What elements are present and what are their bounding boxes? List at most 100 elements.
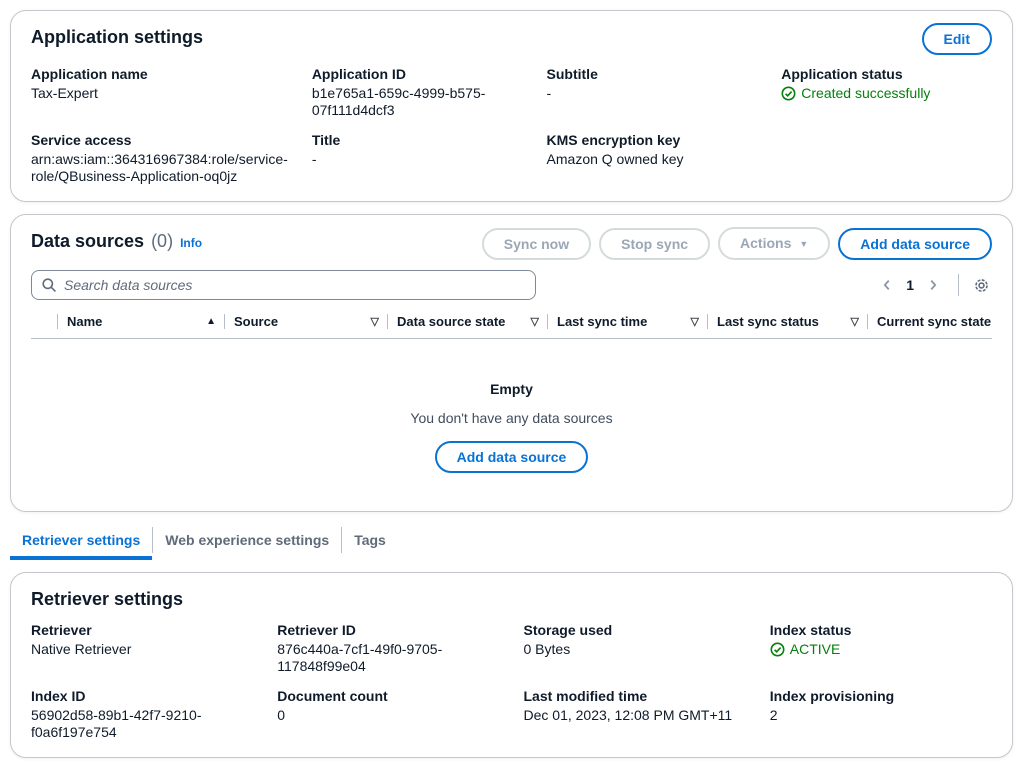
stop-sync-button[interactable]: Stop sync (599, 228, 710, 260)
tab-web-experience-settings[interactable]: Web experience settings (153, 526, 341, 560)
current-page-number[interactable]: 1 (900, 277, 920, 293)
tab-tags[interactable]: Tags (342, 526, 398, 560)
table-header: Name ▲ Source ▽ Data source state ▽ Last… (31, 314, 992, 339)
column-header-current-sync-state[interactable]: Current sync state ▽ (867, 314, 992, 329)
field-retriever: Retriever Native Retriever (31, 622, 253, 675)
tab-bar: Retriever settings Web experience settin… (10, 526, 1013, 560)
data-sources-title: Data sources (31, 229, 144, 253)
edit-button[interactable]: Edit (922, 23, 992, 55)
field-kms-key: KMS encryption key Amazon Q owned key (547, 132, 758, 185)
status-badge: Created successfully (781, 85, 930, 102)
field-label: Subtitle (547, 66, 758, 83)
field-value: Dec 01, 2023, 12:08 PM GMT+11 (524, 707, 746, 724)
field-retriever-id: Retriever ID 876c440a-7cf1-49f0-9705-117… (277, 622, 499, 675)
pagination: 1 (874, 274, 992, 296)
field-label: Document count (277, 688, 499, 705)
field-value: - (312, 151, 523, 168)
actions-dropdown-button[interactable]: Actions▼ (718, 227, 830, 260)
column-header-source[interactable]: Source ▽ (224, 314, 387, 329)
field-application-status: Application status Created successfully (781, 66, 992, 119)
field-value: 2 (770, 707, 992, 724)
field-label: Application status (781, 66, 992, 83)
data-sources-card: Data sources (0) Info Sync now Stop sync… (10, 214, 1013, 512)
empty-state: Empty You don't have any data sources Ad… (31, 339, 992, 495)
field-title: Title - (312, 132, 523, 185)
field-label: Application ID (312, 66, 523, 83)
retriever-settings-title: Retriever settings (31, 587, 183, 611)
empty-state-title: Empty (31, 381, 992, 397)
field-label: Service access (31, 132, 288, 149)
field-value: Amazon Q owned key (547, 151, 758, 168)
field-label: Index status (770, 622, 992, 639)
field-value: arn:aws:iam::364316967384:role/service-r… (31, 151, 288, 185)
field-value: 0 (277, 707, 499, 724)
info-link[interactable]: Info (180, 236, 202, 250)
field-subtitle: Subtitle - (547, 66, 758, 119)
application-settings-fields: Application name Tax-Expert Application … (31, 66, 992, 185)
field-label: Last modified time (524, 688, 746, 705)
field-index-id: Index ID 56902d58-89b1-42f7-9210-f0a6f19… (31, 688, 253, 741)
success-icon (781, 86, 796, 101)
sort-ascending-icon: ▲ (206, 316, 216, 327)
selection-column-header (31, 314, 57, 329)
search-icon (41, 277, 57, 293)
empty-state-message: You don't have any data sources (31, 410, 992, 426)
status-text: Created successfully (801, 85, 930, 102)
field-document-count: Document count 0 (277, 688, 499, 741)
column-label: Name (67, 314, 102, 329)
pagination-divider (958, 274, 959, 296)
search-input[interactable] (31, 270, 536, 300)
field-label: Retriever ID (277, 622, 499, 639)
gear-icon (973, 277, 990, 294)
application-settings-card: Application settings Edit Application na… (10, 10, 1013, 202)
column-header-name[interactable]: Name ▲ (57, 314, 224, 329)
application-settings-title: Application settings (31, 25, 203, 49)
field-label: Storage used (524, 622, 746, 639)
column-label: Last sync status (717, 314, 819, 329)
add-data-source-button[interactable]: Add data source (838, 228, 992, 260)
chevron-right-icon (926, 278, 940, 292)
field-empty (781, 132, 992, 185)
field-value: Tax-Expert (31, 85, 288, 102)
sync-now-button[interactable]: Sync now (482, 228, 591, 260)
field-service-access: Service access arn:aws:iam::364316967384… (31, 132, 288, 185)
sortable-column-icon: ▽ (531, 315, 539, 328)
next-page-button[interactable] (920, 276, 946, 294)
field-value: - (547, 85, 758, 102)
field-label: Application name (31, 66, 288, 83)
retriever-settings-card: Retriever settings Retriever Native Retr… (10, 572, 1013, 758)
field-label: Retriever (31, 622, 253, 639)
preferences-button[interactable] (971, 275, 992, 296)
data-sources-counter: (0) (151, 231, 173, 252)
actions-label: Actions (740, 235, 791, 251)
field-storage-used: Storage used 0 Bytes (524, 622, 746, 675)
field-last-modified-time: Last modified time Dec 01, 2023, 12:08 P… (524, 688, 746, 741)
field-label: Index provisioning (770, 688, 992, 705)
field-index-status: Index status ACTIVE (770, 622, 992, 675)
search-box (31, 270, 536, 300)
tab-retriever-settings[interactable]: Retriever settings (10, 526, 152, 560)
field-label: KMS encryption key (547, 132, 758, 149)
field-value: b1e765a1-659c-4999-b575-07f111d4dcf3 (312, 85, 523, 119)
sortable-column-icon: ▽ (691, 315, 699, 328)
data-sources-toolbar: Sync now Stop sync Actions▼ Add data sou… (482, 227, 992, 260)
column-label: Current sync state (877, 314, 991, 329)
previous-page-button[interactable] (874, 276, 900, 294)
field-label: Title (312, 132, 523, 149)
column-header-last-sync-time[interactable]: Last sync time ▽ (547, 314, 707, 329)
column-label: Source (234, 314, 278, 329)
column-header-last-sync-status[interactable]: Last sync status ▽ (707, 314, 867, 329)
field-value: 56902d58-89b1-42f7-9210-f0a6f197e754 (31, 707, 253, 741)
success-icon (770, 642, 785, 657)
field-application-name: Application name Tax-Expert (31, 66, 288, 119)
column-label: Data source state (397, 314, 505, 329)
chevron-left-icon (880, 278, 894, 292)
empty-add-data-source-button[interactable]: Add data source (435, 441, 589, 473)
sortable-column-icon: ▽ (371, 315, 379, 328)
column-header-data-source-state[interactable]: Data source state ▽ (387, 314, 547, 329)
sortable-column-icon: ▽ (851, 315, 859, 328)
column-label: Last sync time (557, 314, 647, 329)
field-value: 876c440a-7cf1-49f0-9705-117848f99e04 (277, 641, 499, 675)
field-index-provisioning: Index provisioning 2 (770, 688, 992, 741)
field-label: Index ID (31, 688, 253, 705)
